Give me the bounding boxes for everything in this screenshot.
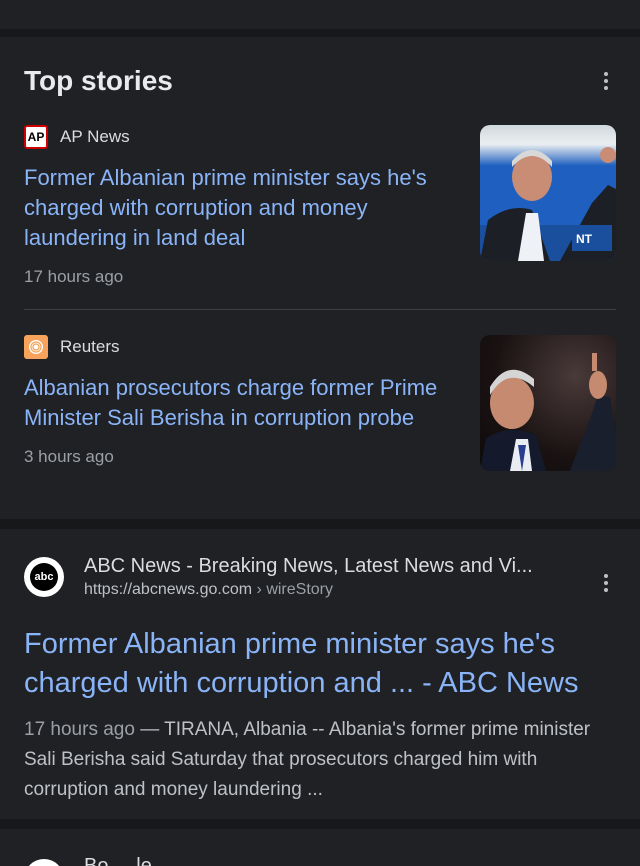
svg-text:NT: NT: [576, 232, 593, 246]
result-site-name: ABC News - Breaking News, Latest News an…: [84, 555, 533, 577]
abc-news-logo-icon: abc: [24, 557, 64, 597]
result-breadcrumb: wireStory: [266, 581, 333, 598]
story-thumbnail-image[interactable]: [480, 335, 616, 471]
next-result-logo-icon: [24, 859, 64, 866]
next-result-card[interactable]: Bo ... le: [0, 829, 640, 866]
story-thumbnail-image[interactable]: NT: [480, 125, 616, 261]
story-headline-link[interactable]: Former Albanian prime minister says he's…: [24, 163, 454, 253]
story-divider: [24, 309, 616, 310]
more-options-icon[interactable]: [594, 69, 618, 93]
story-source-name: Reuters: [60, 337, 120, 356]
more-options-icon[interactable]: [594, 571, 618, 595]
result-source-info: ABC News - Breaking News, Latest News an…: [84, 553, 533, 601]
story-source-name: AP News: [60, 127, 130, 146]
result-source-header[interactable]: abc ABC News - Breaking News, Latest New…: [24, 553, 533, 601]
result-title-link[interactable]: Former Albanian prime minister says he's…: [24, 625, 624, 703]
top-stories-title: Top stories: [24, 65, 173, 96]
story-timestamp: 17 hours ago: [24, 267, 124, 286]
result-url: https://abcnews.go.com › wireStory: [84, 581, 333, 598]
top-stories-card: Top stories AP AP News Former Albanian p…: [0, 37, 640, 519]
next-result-site-name: Bo ... le: [84, 855, 152, 866]
ap-news-logo-icon: AP: [24, 125, 48, 149]
result-snippet: 17 hours ago — TIRANA, Albania -- Albani…: [24, 719, 591, 800]
story-headline-link[interactable]: Albanian prosecutors charge former Prime…: [24, 373, 454, 433]
result-snippet-date: 17 hours ago: [24, 719, 135, 740]
search-result-card: abc ABC News - Breaking News, Latest New…: [0, 529, 640, 819]
previous-card-edge: [0, 0, 640, 29]
reuters-logo-icon: [24, 335, 48, 359]
